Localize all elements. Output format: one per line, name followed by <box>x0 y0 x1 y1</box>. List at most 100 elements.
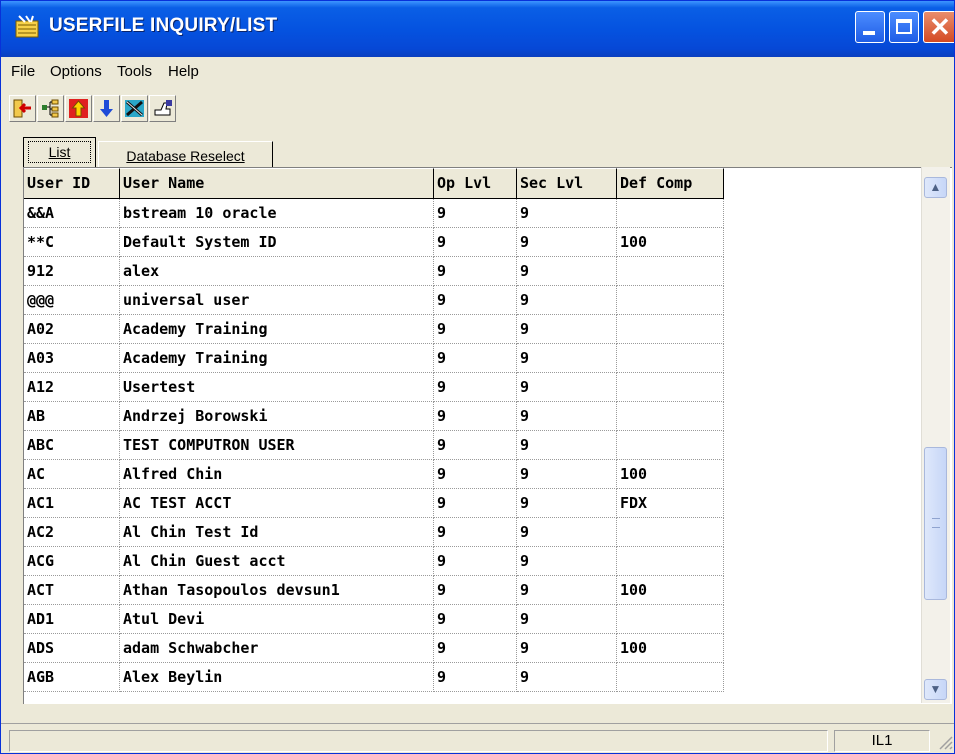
cell-user-id[interactable]: AB <box>24 402 120 431</box>
cell-sec-lvl[interactable]: 9 <box>517 547 617 576</box>
table-row[interactable]: 912 alex 9 9 <box>24 257 724 286</box>
table-row[interactable]: AB Andrzej Borowski 9 9 <box>24 402 724 431</box>
page-down-button[interactable] <box>93 95 120 122</box>
cell-user-id[interactable]: ABC <box>24 431 120 460</box>
cell-op-lvl[interactable]: 9 <box>434 199 517 228</box>
cell-user-name[interactable]: Default System ID <box>120 228 434 257</box>
cell-user-id[interactable]: AC <box>24 460 120 489</box>
cell-sec-lvl[interactable]: 9 <box>517 634 617 663</box>
cell-user-name[interactable]: Alex Beylin <box>120 663 434 692</box>
table-row[interactable]: ACT Athan Tasopoulos devsun1 9 9 100 <box>24 576 724 605</box>
cell-op-lvl[interactable]: 9 <box>434 634 517 663</box>
column-header-def-comp[interactable]: Def Comp <box>617 168 724 199</box>
table-row[interactable]: AGB Alex Beylin 9 9 <box>24 663 724 692</box>
cell-user-name[interactable]: Usertest <box>120 373 434 402</box>
cell-def-comp[interactable]: 100 <box>617 576 724 605</box>
tab-list[interactable]: List <box>23 137 96 167</box>
cell-user-id[interactable]: **C <box>24 228 120 257</box>
cell-user-id[interactable]: ADS <box>24 634 120 663</box>
cell-def-comp[interactable] <box>617 663 724 692</box>
cell-user-name[interactable]: Al Chin Test Id <box>120 518 434 547</box>
column-header-user-name[interactable]: User Name <box>120 168 434 199</box>
cell-user-name[interactable]: AC TEST ACCT <box>120 489 434 518</box>
cell-user-id[interactable]: @@@ <box>24 286 120 315</box>
cell-user-id[interactable]: &&A <box>24 199 120 228</box>
cell-user-id[interactable]: AD1 <box>24 605 120 634</box>
cell-user-name[interactable]: Al Chin Guest acct <box>120 547 434 576</box>
table-row[interactable]: AC2 Al Chin Test Id 9 9 <box>24 518 724 547</box>
cell-user-id[interactable]: AC1 <box>24 489 120 518</box>
cell-user-id[interactable]: AGB <box>24 663 120 692</box>
column-header-user-id[interactable]: User ID <box>24 168 120 199</box>
cell-def-comp[interactable] <box>617 402 724 431</box>
cell-sec-lvl[interactable]: 9 <box>517 518 617 547</box>
cell-sec-lvl[interactable]: 9 <box>517 286 617 315</box>
cell-def-comp[interactable] <box>617 286 724 315</box>
tab-database-reselect[interactable]: Database Reselect <box>98 141 273 167</box>
table-row[interactable]: &&A bstream 10 oracle 9 9 <box>24 199 724 228</box>
cell-def-comp[interactable] <box>617 431 724 460</box>
minimize-button[interactable] <box>855 11 885 43</box>
cell-user-name[interactable]: bstream 10 oracle <box>120 199 434 228</box>
menu-options[interactable]: Options <box>50 63 102 80</box>
cell-op-lvl[interactable]: 9 <box>434 460 517 489</box>
cell-def-comp[interactable] <box>617 547 724 576</box>
cell-user-id[interactable]: ACG <box>24 547 120 576</box>
exit-button[interactable] <box>9 95 36 122</box>
cell-sec-lvl[interactable]: 9 <box>517 489 617 518</box>
table-row[interactable]: A12 Usertest 9 9 <box>24 373 724 402</box>
cell-op-lvl[interactable]: 9 <box>434 547 517 576</box>
cell-op-lvl[interactable]: 9 <box>434 576 517 605</box>
help-pointer-button[interactable] <box>149 95 176 122</box>
menu-file[interactable]: File <box>11 63 35 80</box>
cell-sec-lvl[interactable]: 9 <box>517 605 617 634</box>
cell-op-lvl[interactable]: 9 <box>434 373 517 402</box>
cell-sec-lvl[interactable]: 9 <box>517 663 617 692</box>
cell-sec-lvl[interactable]: 9 <box>517 460 617 489</box>
cell-user-id[interactable]: 912 <box>24 257 120 286</box>
cell-user-name[interactable]: adam Schwabcher <box>120 634 434 663</box>
cell-sec-lvl[interactable]: 9 <box>517 576 617 605</box>
tools-button[interactable] <box>121 95 148 122</box>
table-row[interactable]: A03 Academy Training 9 9 <box>24 344 724 373</box>
cell-def-comp[interactable] <box>617 199 724 228</box>
cell-user-id[interactable]: A02 <box>24 315 120 344</box>
column-header-sec-lvl[interactable]: Sec Lvl <box>517 168 617 199</box>
cell-op-lvl[interactable]: 9 <box>434 402 517 431</box>
cell-op-lvl[interactable]: 9 <box>434 605 517 634</box>
cell-user-id[interactable]: AC2 <box>24 518 120 547</box>
title-bar[interactable]: USERFILE INQUIRY/LIST ✕ <box>1 1 954 57</box>
page-up-button[interactable] <box>65 95 92 122</box>
cell-user-id[interactable]: A12 <box>24 373 120 402</box>
cell-sec-lvl[interactable]: 9 <box>517 402 617 431</box>
cell-user-id[interactable]: A03 <box>24 344 120 373</box>
cell-op-lvl[interactable]: 9 <box>434 431 517 460</box>
scroll-thumb[interactable] <box>924 447 947 600</box>
cell-user-name[interactable]: Alfred Chin <box>120 460 434 489</box>
column-header-op-lvl[interactable]: Op Lvl <box>434 168 517 199</box>
menu-help[interactable]: Help <box>168 63 199 80</box>
vertical-scrollbar[interactable]: ▲ ▼ <box>921 167 950 703</box>
table-row[interactable]: @@@ universal user 9 9 <box>24 286 724 315</box>
cell-user-name[interactable]: alex <box>120 257 434 286</box>
cell-user-id[interactable]: ACT <box>24 576 120 605</box>
table-row[interactable]: A02 Academy Training 9 9 <box>24 315 724 344</box>
cell-op-lvl[interactable]: 9 <box>434 257 517 286</box>
table-row[interactable]: AC Alfred Chin 9 9 100 <box>24 460 724 489</box>
table-row[interactable]: ABC TEST COMPUTRON USER 9 9 <box>24 431 724 460</box>
cell-op-lvl[interactable]: 9 <box>434 286 517 315</box>
cell-def-comp[interactable] <box>617 315 724 344</box>
cell-user-name[interactable]: Athan Tasopoulos devsun1 <box>120 576 434 605</box>
cell-def-comp[interactable] <box>617 373 724 402</box>
menu-tools[interactable]: Tools <box>117 63 152 80</box>
cell-user-name[interactable]: Andrzej Borowski <box>120 402 434 431</box>
cell-sec-lvl[interactable]: 9 <box>517 228 617 257</box>
cell-op-lvl[interactable]: 9 <box>434 228 517 257</box>
cell-sec-lvl[interactable]: 9 <box>517 431 617 460</box>
cell-op-lvl[interactable]: 9 <box>434 663 517 692</box>
cell-sec-lvl[interactable]: 9 <box>517 199 617 228</box>
cell-sec-lvl[interactable]: 9 <box>517 257 617 286</box>
cell-def-comp[interactable] <box>617 344 724 373</box>
resize-grip-icon[interactable] <box>935 732 953 750</box>
cell-def-comp[interactable] <box>617 257 724 286</box>
